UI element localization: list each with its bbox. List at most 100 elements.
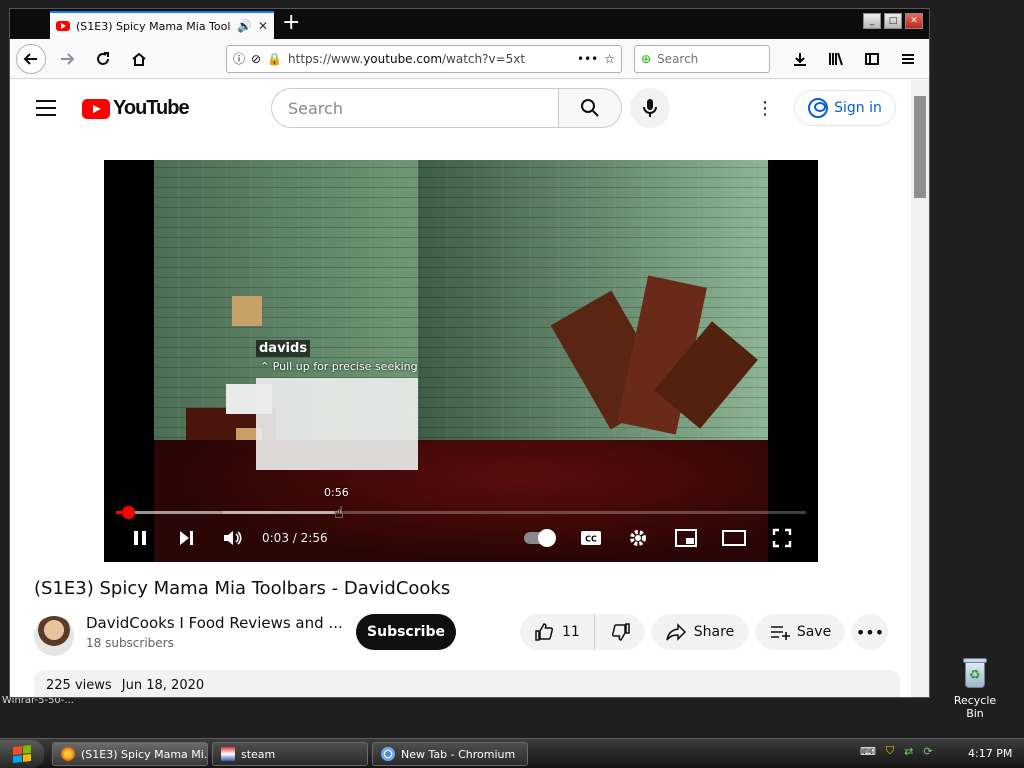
pause-icon xyxy=(134,531,146,545)
tracking-protection-icon[interactable]: ⊘ xyxy=(251,52,261,66)
youtube-search-button[interactable] xyxy=(558,88,622,128)
system-tray: ⌨ ⛉ ⇄ ⟳ xyxy=(860,744,933,758)
recycle-bin-label: Recycle Bin xyxy=(953,694,997,720)
browser-search-placeholder: Search xyxy=(657,51,699,66)
like-dislike-group: 11 xyxy=(520,614,644,650)
navigation-toolbar: ⓘ ⊘ 🔒 https://www.youtube.com/watch?v=5x… xyxy=(10,39,929,79)
browser-window: (S1E3) Spicy Mama Mia Toolbars 🔊 ✕ + _ □… xyxy=(9,8,930,698)
volume-icon xyxy=(224,531,242,545)
player-name-tag: davids xyxy=(256,340,311,357)
svg-text:CC: CC xyxy=(585,535,597,544)
sign-in-button[interactable]: Sign in xyxy=(794,90,896,126)
menu-icon[interactable] xyxy=(893,44,923,74)
speaker-icon[interactable]: 🔊 xyxy=(237,19,252,33)
title-bar: (S1E3) Spicy Mama Mia Toolbars 🔊 ✕ + _ □… xyxy=(10,9,929,39)
firefox-icon xyxy=(61,747,75,761)
theater-mode-button[interactable] xyxy=(722,526,746,550)
youtube-logo[interactable]: YouTube xyxy=(82,97,190,120)
progress-hover xyxy=(222,511,336,514)
more-actions-button[interactable]: ••• xyxy=(852,614,888,650)
library-icon[interactable] xyxy=(821,44,851,74)
back-button[interactable] xyxy=(16,43,46,74)
share-arrow-icon xyxy=(666,623,686,641)
channel-avatar[interactable] xyxy=(34,616,74,656)
start-button[interactable] xyxy=(0,740,44,768)
search-icon xyxy=(581,99,599,117)
taskbar: (S1E3) Spicy Mama Mi... steam New Tab - … xyxy=(0,738,1024,768)
like-count: 11 xyxy=(562,624,580,640)
seek-preview-thumbnail xyxy=(256,378,418,470)
video-title: (S1E3) Spicy Mama Mia Toolbars - DavidCo… xyxy=(34,578,451,599)
security-shield-icon[interactable]: ⛉ xyxy=(886,744,894,758)
subscribe-button[interactable]: Subscribe xyxy=(356,614,456,650)
forward-button[interactable] xyxy=(52,44,82,74)
skip-next-icon xyxy=(180,531,193,545)
browser-search-field[interactable]: ⊕ Search xyxy=(634,44,770,73)
youtube-search-input[interactable]: Search xyxy=(271,88,559,128)
current-time: 0:03 xyxy=(262,531,289,545)
browser-tab-active[interactable]: (S1E3) Spicy Mama Mia Toolbars 🔊 ✕ xyxy=(50,11,274,39)
home-button[interactable] xyxy=(124,44,154,74)
share-button[interactable]: Share xyxy=(652,614,748,650)
youtube-page: YouTube Search ⋮ Sign in davids ⌃ Pull u… xyxy=(10,80,913,697)
thumbs-up-icon xyxy=(535,623,554,641)
theater-icon xyxy=(722,530,746,546)
info-icon[interactable]: ⓘ xyxy=(233,50,245,67)
tab-close-icon[interactable]: ✕ xyxy=(258,19,268,33)
minimize-button[interactable]: _ xyxy=(863,13,881,29)
taskbar-item-steam[interactable]: steam xyxy=(212,742,368,766)
settings-kebab-icon[interactable]: ⋮ xyxy=(756,98,774,119)
voice-search-button[interactable] xyxy=(630,88,670,128)
fullscreen-icon xyxy=(772,528,792,548)
url-text[interactable]: https://www.youtube.com/watch?v=5xt xyxy=(288,52,571,66)
next-button[interactable] xyxy=(174,526,198,550)
dislike-button[interactable] xyxy=(595,622,647,642)
keyboard-icon[interactable]: ⌨ xyxy=(860,745,876,758)
settings-button[interactable] xyxy=(626,526,650,550)
youtube-search-placeholder: Search xyxy=(288,98,343,118)
video-player[interactable]: davids ⌃ Pull up for precise seeking 0:5… xyxy=(104,160,818,562)
page-actions-icon[interactable]: ••• xyxy=(577,52,598,66)
taskbar-item-browser[interactable]: (S1E3) Spicy Mama Mi... xyxy=(52,742,208,766)
sign-in-label: Sign in xyxy=(834,100,882,116)
scrollbar-thumb[interactable] xyxy=(914,96,926,198)
scrubber-handle[interactable] xyxy=(121,506,135,519)
recycle-bin-shortcut[interactable]: ♻ Recycle Bin xyxy=(944,656,1006,720)
like-button[interactable]: 11 xyxy=(520,614,595,650)
page-scrollbar[interactable] xyxy=(911,80,929,697)
clock[interactable]: 4:17 PM xyxy=(968,747,1012,760)
lock-icon[interactable]: 🔒 xyxy=(267,52,282,66)
description-box[interactable]: 225 views Jun 18, 2020 xyxy=(34,670,900,697)
duration: 2:56 xyxy=(300,531,328,545)
tab-title: (S1E3) Spicy Mama Mia Toolbars xyxy=(76,19,231,33)
sidebar-icon[interactable] xyxy=(857,44,887,74)
pause-button[interactable] xyxy=(128,526,152,550)
taskbar-item-chromium[interactable]: New Tab - Chromium xyxy=(372,742,528,766)
address-bar[interactable]: ⓘ ⊘ 🔒 https://www.youtube.com/watch?v=5x… xyxy=(226,44,622,73)
autoplay-toggle[interactable] xyxy=(524,529,556,547)
youtube-play-icon xyxy=(82,98,110,119)
maximize-button[interactable]: □ xyxy=(884,13,902,29)
reload-button[interactable] xyxy=(88,44,118,74)
chromium-icon xyxy=(381,747,395,761)
video-owner-row: DavidCooks I Food Reviews and ... 18 sub… xyxy=(34,612,913,662)
miniplayer-icon xyxy=(675,529,697,547)
progress-bar[interactable] xyxy=(116,506,806,519)
save-button[interactable]: Save xyxy=(756,614,844,650)
network-icon[interactable]: ⇄ xyxy=(904,745,913,758)
new-tab-button[interactable]: + xyxy=(282,10,300,36)
updates-icon[interactable]: ⟳ xyxy=(923,745,932,758)
fullscreen-button[interactable] xyxy=(770,526,794,550)
subtitles-button[interactable]: CC xyxy=(579,526,603,550)
youtube-logo-text: YouTube xyxy=(113,97,190,119)
closed-captions-icon: CC xyxy=(581,531,601,545)
miniplayer-button[interactable] xyxy=(674,526,698,550)
downloads-icon[interactable] xyxy=(785,44,815,74)
channel-name[interactable]: DavidCooks I Food Reviews and ... xyxy=(86,614,343,632)
guide-menu-icon[interactable] xyxy=(36,100,56,116)
close-window-button[interactable]: ✕ xyxy=(905,13,923,29)
mute-button[interactable] xyxy=(220,526,244,550)
upload-date: Jun 18, 2020 xyxy=(121,678,205,693)
seek-hover-time: 0:56 xyxy=(324,486,349,499)
bookmark-star-icon[interactable]: ☆ xyxy=(604,52,615,66)
